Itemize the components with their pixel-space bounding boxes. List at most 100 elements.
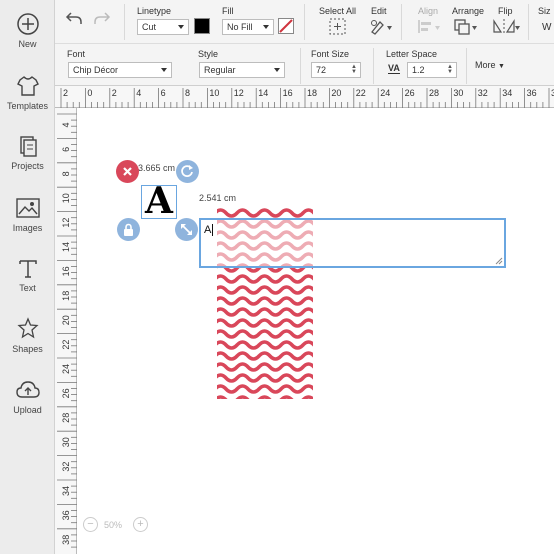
shapes-icon — [16, 317, 39, 339]
projects-icon — [19, 136, 37, 157]
sidebar-item-projects[interactable]: Projects — [0, 134, 55, 171]
zoom-out-button[interactable]: − — [83, 517, 98, 532]
ruler-label: 6 — [61, 147, 71, 152]
ruler-label: 26 — [61, 388, 71, 398]
ruler-label: 32 — [61, 462, 71, 472]
chevron-down-icon — [263, 25, 269, 29]
more-menu-button[interactable]: More ▼ — [475, 60, 505, 70]
sidebar-item-upload[interactable]: Upload — [0, 378, 55, 415]
rotate-handle[interactable] — [176, 160, 199, 183]
sidebar-item-text[interactable]: Text — [0, 256, 55, 293]
size-width-label: W — [542, 22, 552, 33]
shirt-icon — [16, 76, 39, 96]
style-value: Regular — [204, 65, 236, 75]
cloud-upload-icon — [15, 381, 40, 398]
ruler-label: 4 — [136, 88, 141, 98]
stepper-arrows-icon[interactable]: ▲ ▼ — [351, 64, 357, 75]
design-space: New Templates Projects Images Text Shape… — [0, 0, 554, 554]
align-label: Align — [418, 6, 439, 16]
toolbar-divider — [466, 48, 467, 84]
canvas-area[interactable] — [77, 108, 554, 554]
arrange-icon[interactable] — [453, 18, 479, 35]
fill-select[interactable]: No Fill — [222, 19, 274, 35]
ruler-label: 22 — [356, 88, 366, 98]
fill-value: No Fill — [227, 22, 253, 32]
toolbar-divider — [528, 4, 529, 40]
font-select[interactable]: Chip Décor — [68, 62, 172, 78]
ruler-label: 2 — [112, 88, 117, 98]
undo-icon[interactable] — [65, 11, 83, 25]
toolbar-divider — [373, 48, 374, 84]
ruler-label: 16 — [283, 88, 293, 98]
chevron-down-icon — [274, 68, 280, 72]
width-dimension: 2.541 cm — [199, 193, 237, 203]
size-label: Siz — [538, 6, 551, 16]
linetype-select[interactable]: Cut — [137, 19, 189, 35]
font-size-value: 72 — [316, 65, 327, 75]
delete-handle[interactable] — [116, 160, 139, 183]
ruler-horizontal: 202468101214161820222426283032343638 — [55, 86, 554, 108]
image-icon — [15, 198, 40, 218]
resize-handle[interactable] — [175, 218, 198, 241]
ruler-label: 38 — [61, 535, 71, 545]
height-dimension: 3.665 cm — [138, 163, 176, 173]
main-toolbar: Linetype Cut Fill No Fill Select All Edi… — [55, 0, 554, 44]
ruler-label: 20 — [61, 315, 71, 325]
align-icon — [418, 20, 440, 33]
no-fill-swatch-icon[interactable] — [278, 18, 294, 34]
ruler-label: 36 — [527, 88, 537, 98]
more-label: More — [475, 60, 496, 70]
ruler-label: 0 — [87, 88, 92, 98]
letter-space-input[interactable]: 1.2 ▲ ▼ — [407, 62, 457, 78]
stepper-arrows-icon[interactable]: ▲ ▼ — [447, 64, 453, 75]
sidebar-item-new[interactable]: New — [0, 12, 55, 49]
sidebar-label-projects: Projects — [11, 161, 44, 171]
ruler-label: 14 — [61, 242, 71, 252]
linetype-color-swatch[interactable] — [194, 18, 210, 34]
ruler-label: 28 — [429, 88, 439, 98]
sidebar-label-templates: Templates — [6, 101, 49, 111]
select-all-icon[interactable] — [329, 18, 346, 35]
sidebar-label-images: Images — [12, 223, 43, 233]
ruler-ticks: 4 6 8 10 12 14 16 18 20 22 24 26 28 30 32 34 36 38 — [57, 113, 77, 548]
ruler-label: 10 — [209, 88, 219, 98]
font-size-input[interactable]: 72 ▲ ▼ — [311, 62, 361, 78]
linetype-label: Linetype — [137, 6, 172, 16]
ruler-label: 26 — [405, 88, 415, 98]
resize-grip-icon[interactable] — [495, 257, 503, 265]
ruler-label: 18 — [61, 291, 71, 301]
redo-icon[interactable] — [93, 11, 111, 25]
ruler-label: 28 — [61, 413, 71, 423]
sidebar-label-upload: Upload — [13, 405, 42, 415]
lock-handle[interactable] — [117, 218, 140, 241]
text-edit-box[interactable]: A — [199, 218, 506, 268]
sidebar-item-templates[interactable]: Templates — [0, 74, 55, 111]
ruler-label: 10 — [61, 193, 71, 203]
resize-arrows-icon — [181, 224, 192, 235]
chevron-down-icon — [161, 68, 167, 72]
toolbar-divider — [304, 4, 305, 40]
select-all-label: Select All — [319, 6, 357, 16]
text-t-icon — [18, 260, 37, 278]
style-select[interactable]: Regular — [199, 62, 285, 78]
ruler-label: 32 — [478, 88, 488, 98]
selection-bounding-box[interactable]: A — [141, 180, 177, 222]
sidebar-label-shapes: Shapes — [12, 344, 43, 354]
zoom-in-button[interactable]: + — [133, 517, 148, 532]
toolbar-divider — [401, 4, 402, 40]
ruler-label: 20 — [331, 88, 341, 98]
ruler-label: 24 — [61, 364, 71, 374]
ruler-label: 34 — [502, 88, 512, 98]
flip-icon[interactable] — [492, 18, 520, 35]
edit-tools-icon[interactable] — [369, 18, 393, 35]
ruler-label: 34 — [61, 486, 71, 496]
arrange-label: Arrange — [452, 6, 485, 16]
sidebar-item-images[interactable]: Images — [0, 196, 55, 233]
sidebar-item-shapes[interactable]: Shapes — [0, 317, 55, 354]
letter-space-value: 1.2 — [412, 65, 425, 75]
style-label: Style — [198, 49, 219, 59]
ruler-ticks: 202468101214161820222426283032343638 — [60, 88, 554, 108]
chevron-down-icon — [178, 25, 184, 29]
ruler-label: 30 — [61, 437, 71, 447]
ruler-label: 8 — [185, 88, 190, 98]
